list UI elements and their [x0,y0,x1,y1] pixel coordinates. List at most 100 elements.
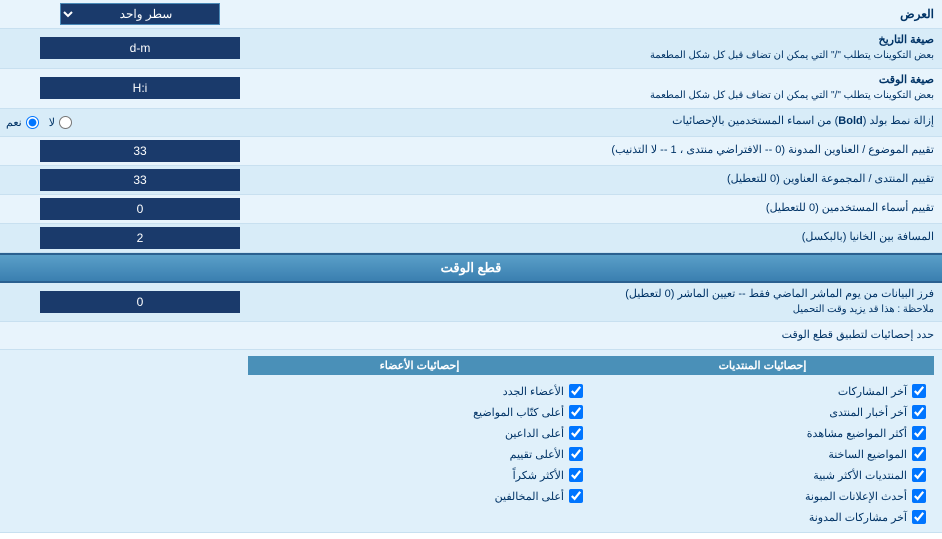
date-format-input[interactable] [40,37,240,59]
cb-item-m4: الأعلى تقييم [248,445,591,463]
cb-most-similar[interactable] [912,468,926,482]
time-format-input-cell [0,74,280,102]
bold-radio-no-label: لا [49,116,72,129]
cb-item-1: آخر المشاركات [591,382,934,400]
cb-most-thanked[interactable] [569,468,583,482]
cb-item-3: أكثر المواضيع مشاهدة [591,424,934,442]
cb-top-inviters[interactable] [569,426,583,440]
cb-item-2: آخر أخبار المنتدى [591,403,934,421]
cb-item-6: أحدث الإعلانات المبونة [591,487,934,505]
cutoff-filter-title: فرز البيانات من يوم الماشر الماضي فقط --… [625,288,934,300]
cutoff-filter-note: ملاحظة : هذا قد يزيد وقت التحميل [793,304,934,315]
cb-label-most-viewed: أكثر المواضيع مشاهدة [807,427,907,440]
cb-hot-topics[interactable] [912,447,926,461]
space-between-input-cell [0,224,280,252]
checkboxes-grid: إحصائيات المنتديات آخر المشاركات آخر أخب… [8,356,934,526]
cb-most-viewed[interactable] [912,426,926,440]
cutoff-section-header: قطع الوقت [0,253,942,283]
cb-item-4: المواضيع الساخنة [591,445,934,463]
cb-label-latest-announcements: أحدث الإعلانات المبونة [805,490,907,503]
cb-label-most-similar: المنتديات الأكثر شبية [813,469,907,482]
time-format-input[interactable] [40,77,240,99]
forum-stats-col: إحصائيات المنتديات آخر المشاركات آخر أخب… [591,356,934,526]
member-stats-header: إحصائيات الأعضاء [248,356,591,375]
forum-order-title: تقييم المنتدى / المجموعة العناوين (0 للت… [727,173,934,185]
bold-radio-no[interactable] [59,116,72,129]
topic-order-title: تقييم الموضوع / العناوين المدونة (0 -- ا… [611,144,934,156]
cutoff-filter-input-cell [0,288,280,316]
cb-item-m1: الأعضاء الجدد [248,382,591,400]
cb-item-5: المنتديات الأكثر شبية [591,466,934,484]
time-format-title: صيغة الوقت [879,74,934,86]
cb-label-forum-news: آخر أخبار المنتدى [829,406,907,419]
cutoff-filter-input[interactable] [40,291,240,313]
apply-cutoff-label: حدد إحصائيات لتطبيق قطع الوقت [280,324,942,347]
cb-label-top-violators: أعلى المخالفين [495,490,564,503]
cb-item-m5: الأكثر شكراً [248,466,591,484]
date-format-input-cell [0,34,280,62]
topic-order-row: تقييم الموضوع / العناوين المدونة (0 -- ا… [0,137,942,166]
apply-col [8,356,248,526]
date-format-row: صيغة التاريخ بعض التكوينات يتطلب "/" الت… [0,29,942,69]
top-select-cell: سطر واحد سطرين ثلاثة أسطر [0,0,280,28]
display-select[interactable]: سطر واحد سطرين ثلاثة أسطر [60,3,220,25]
top-row: العرض سطر واحد سطرين ثلاثة أسطر [0,0,942,29]
forum-order-label: تقييم المنتدى / المجموعة العناوين (0 للت… [280,168,942,191]
cb-label-new-members: الأعضاء الجدد [503,385,564,398]
users-order-label: تقييم أسماء المستخدمين (0 للتعطيل) [280,197,942,220]
bold-remove-input-cell: نعم لا [0,113,280,132]
top-label: العرض [280,3,942,25]
cb-label-blog-posts: آخر مشاركات المدونة [809,511,907,524]
date-format-label: صيغة التاريخ بعض التكوينات يتطلب "/" الت… [280,29,942,68]
bold-remove-row: إزالة نمط بولد (Bold) من اسماء المستخدمي… [0,109,942,137]
cb-label-top-rated: الأعلى تقييم [510,448,564,461]
cb-item-m2: أعلى كتّاب المواضيع [248,403,591,421]
member-stats-col: إحصائيات الأعضاء الأعضاء الجدد أعلى كتّا… [248,356,591,526]
apply-cutoff-row: حدد إحصائيات لتطبيق قطع الوقت [0,322,942,350]
topic-order-label: تقييم الموضوع / العناوين المدونة (0 -- ا… [280,139,942,162]
time-format-row: صيغة الوقت بعض التكوينات يتطلب "/" التي … [0,69,942,109]
bold-radio-no-text: لا [49,116,55,129]
topic-order-input-cell [0,137,280,165]
space-between-title: المسافة بين الخانيا (بالبكسل) [802,231,934,243]
cb-top-topic-writers[interactable] [569,405,583,419]
users-order-input[interactable] [40,198,240,220]
space-between-input[interactable] [40,227,240,249]
bold-remove-label: إزالة نمط بولد (Bold) من اسماء المستخدمي… [280,110,942,133]
cutoff-section-title: قطع الوقت [441,260,502,275]
bold-radio-yes-label: نعم [6,116,39,129]
cb-label-top-inviters: أعلى الداعين [505,427,564,440]
main-container: العرض سطر واحد سطرين ثلاثة أسطر صيغة الت… [0,0,942,533]
forum-order-input[interactable] [40,169,240,191]
cb-item-m3: أعلى الداعين [248,424,591,442]
cb-blog-posts[interactable] [912,510,926,524]
cb-label-latest-posts: آخر المشاركات [838,385,907,398]
bold-radio-yes[interactable] [26,116,39,129]
cutoff-filter-label: فرز البيانات من يوم الماشر الماضي فقط --… [280,283,942,322]
cb-latest-announcements[interactable] [912,489,926,503]
checkboxes-section: إحصائيات المنتديات آخر المشاركات آخر أخب… [0,350,942,533]
date-format-note: بعض التكوينات يتطلب "/" التي يمكن ان تضا… [650,50,934,61]
cb-latest-posts[interactable] [912,384,926,398]
cb-forum-news[interactable] [912,405,926,419]
space-between-row: المسافة بين الخانيا (بالبكسل) [0,224,942,253]
cb-label-hot-topics: المواضيع الساخنة [828,448,907,461]
forum-order-row: تقييم المنتدى / المجموعة العناوين (0 للت… [0,166,942,195]
apply-cutoff-title: حدد إحصائيات لتطبيق قطع الوقت [782,329,934,341]
cb-item-7: آخر مشاركات المدونة [591,508,934,526]
users-order-title: تقييم أسماء المستخدمين (0 للتعطيل) [766,202,934,214]
cb-new-members[interactable] [569,384,583,398]
time-format-label: صيغة الوقت بعض التكوينات يتطلب "/" التي … [280,69,942,108]
topic-order-input[interactable] [40,140,240,162]
forum-order-input-cell [0,166,280,194]
cb-label-most-thanked: الأكثر شكراً [513,469,564,482]
bold-remove-title: إزالة نمط بولد (Bold) من اسماء المستخدمي… [672,115,934,127]
date-format-title: صيغة التاريخ [879,34,934,46]
cb-label-top-topic-writers: أعلى كتّاب المواضيع [473,406,564,419]
cb-top-rated[interactable] [569,447,583,461]
bold-radio-group: نعم لا [6,116,274,129]
space-between-label: المسافة بين الخانيا (بالبكسل) [280,226,942,249]
apply-cutoff-input-cell [0,333,280,339]
cb-top-violators[interactable] [569,489,583,503]
time-format-note: بعض التكوينات يتطلب "/" التي يمكن ان تضا… [650,90,934,101]
